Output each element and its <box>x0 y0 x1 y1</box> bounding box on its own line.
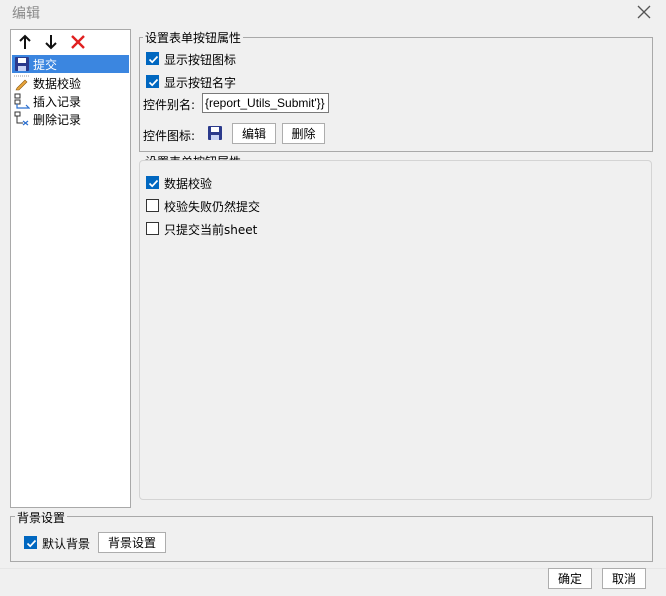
button-properties-title: 设置表单按钮属性 <box>143 29 244 46</box>
data-validation-label: 数据校验 <box>164 177 213 191</box>
background-settings-button[interactable]: 背景设置 <box>98 532 166 553</box>
cancel-button[interactable]: 取消 <box>602 568 646 589</box>
submit-current-sheet-checkbox[interactable] <box>146 222 159 235</box>
list-toolbar <box>11 30 130 54</box>
window-title: 编辑 <box>12 6 40 22</box>
submit-current-sheet-label: 只提交当前sheet <box>164 223 258 237</box>
floppy-disk-icon <box>207 125 223 141</box>
tree-item-insert-record[interactable]: 插入记录 <box>12 92 129 110</box>
tree-item-label: 删除记录 <box>33 113 82 127</box>
icon-label: 控件图标: <box>143 129 196 143</box>
show-icon-label: 显示按钮图标 <box>164 53 237 67</box>
arrow-down-icon[interactable] <box>42 33 60 51</box>
alias-label: 控件别名: <box>143 98 196 112</box>
background-title: 背景设置 <box>15 509 68 526</box>
arrow-up-icon[interactable] <box>16 33 34 51</box>
tree-item-submit[interactable]: 提交 <box>12 55 129 73</box>
insert-row-icon <box>14 93 30 109</box>
close-icon[interactable] <box>634 2 654 22</box>
red-x-icon[interactable] <box>69 33 87 51</box>
tree-item-delete-record[interactable]: 删除记录 <box>12 110 129 128</box>
button-list-panel: 提交 数据校验 插入记录 删除记录 <box>10 29 131 508</box>
pencil-check-icon <box>14 75 30 91</box>
edit-icon-button[interactable]: 编辑 <box>232 123 276 144</box>
show-name-checkbox[interactable] <box>146 75 159 88</box>
show-icon-checkbox[interactable] <box>146 52 159 65</box>
title-bar: 编辑 <box>0 0 666 28</box>
tree-item-label: 数据校验 <box>33 77 82 91</box>
submit-on-fail-checkbox[interactable] <box>146 199 159 212</box>
tree-item-label: 插入记录 <box>33 95 82 109</box>
floppy-disk-icon <box>14 56 30 72</box>
ok-button[interactable]: 确定 <box>548 568 592 589</box>
default-bg-label: 默认背景 <box>42 537 91 551</box>
delete-icon-button[interactable]: 删除 <box>282 123 325 144</box>
default-bg-checkbox[interactable] <box>24 536 37 549</box>
tree-item-label: 提交 <box>33 58 58 72</box>
delete-row-icon <box>14 111 30 127</box>
submit-on-fail-label: 校验失败仍然提交 <box>164 200 261 214</box>
data-validation-checkbox[interactable] <box>146 176 159 189</box>
show-name-label: 显示按钮名字 <box>164 76 237 90</box>
tree-item-data-validation[interactable]: 数据校验 <box>12 74 129 92</box>
alias-input[interactable] <box>202 93 329 113</box>
